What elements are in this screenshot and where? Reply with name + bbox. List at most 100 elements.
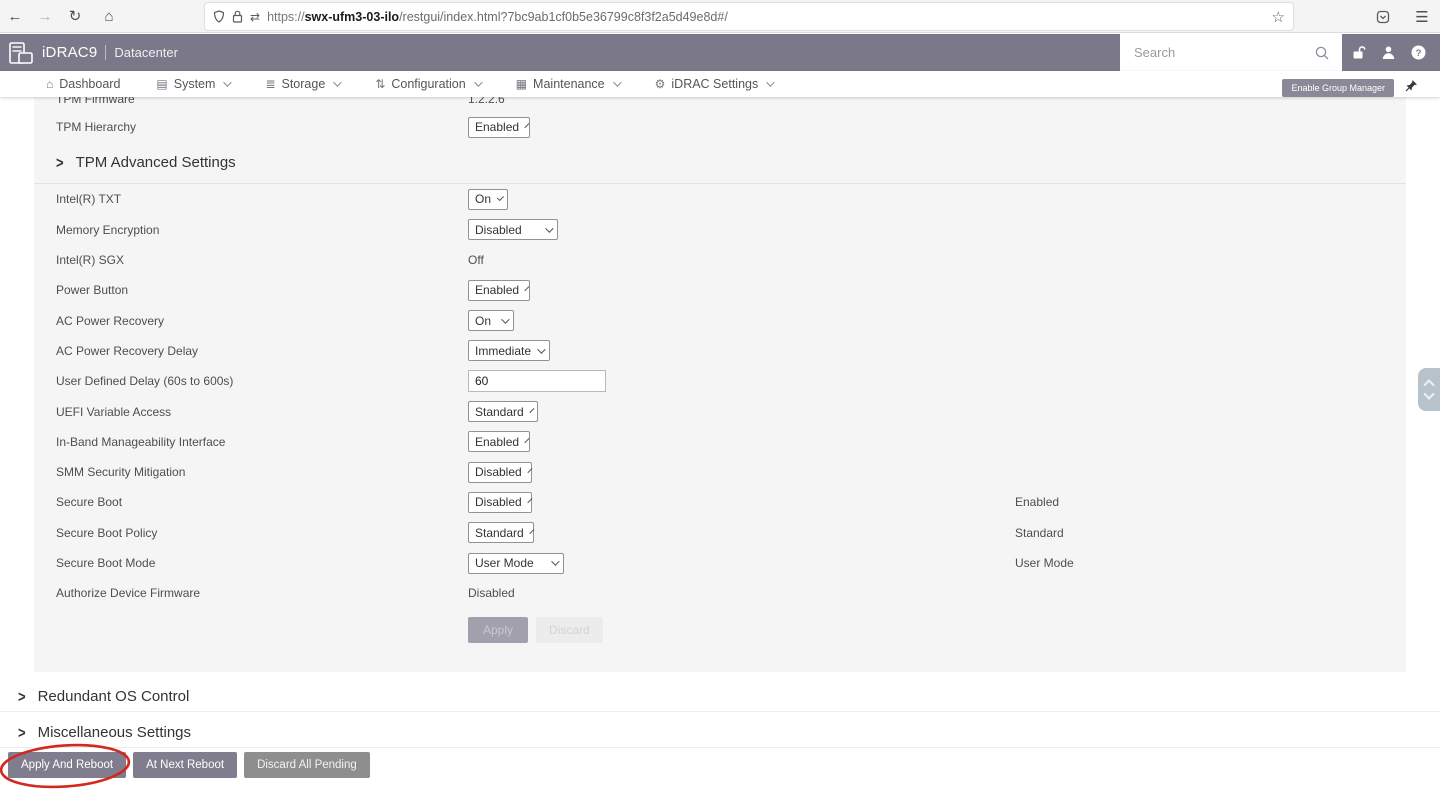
chevron-down-icon [527,468,532,473]
menu-hamburger-icon[interactable]: ☰ [1412,8,1432,26]
select-intel-r-txt[interactable]: On [468,189,508,210]
select-value: Enabled [475,120,519,134]
settings-row: Secure Boot Policy Standard Standard [34,518,1406,548]
browser-home-button[interactable]: ⌂ [94,8,124,25]
nav-items: ⌂ Dashboard ▤ System ≣ Storage ⇅ Configu… [46,77,772,91]
select-value: Enabled [475,283,519,297]
storage-icon: ≣ [265,78,275,90]
scroll-down-icon[interactable] [1423,389,1434,400]
shield-icon[interactable] [213,10,225,23]
product-name: iDRAC9 [42,44,97,61]
setting-label: Secure Boot Policy [56,526,468,540]
section-title: TPM Advanced Settings [76,154,236,171]
forward-button[interactable]: → [30,8,60,25]
section-title: Redundant OS Control [38,688,190,705]
nav-item-storage[interactable]: ≣ Storage [265,77,339,91]
nav-item-maintenance[interactable]: ▦ Maintenance [516,77,619,91]
select-uefi-variable-access[interactable]: Standard [468,401,538,422]
help-icon[interactable]: ? [1411,45,1426,60]
chevron-down-icon [613,78,621,86]
setting-readonly-value: User Mode [1015,556,1074,570]
maintenance-icon: ▦ [516,78,527,90]
select-value: Enabled [475,435,519,449]
discard-all-pending-button[interactable]: Discard All Pending [244,752,370,778]
unlock-icon[interactable] [1351,45,1366,60]
settings-row: AC Power Recovery Delay Immediate [34,336,1406,366]
select-secure-boot-mode[interactable]: User Mode [468,553,564,574]
select-value: On [475,192,491,206]
chevron-right-icon: > [18,724,26,742]
select-memory-encryption[interactable]: Disabled [468,219,558,240]
setting-label: TPM Hierarchy [56,120,468,134]
scroll-widget [1418,368,1440,411]
select-power-button[interactable]: Enabled [468,280,530,301]
address-bar[interactable]: ⇄ https://swx-ufm3-03-ilo/restgui/index.… [205,3,1293,30]
bios-settings-panel: TPM Firmware 1.2.2.6 TPM Hierarchy Enabl… [34,97,1406,672]
settings-row: In-Band Manageability Interface Enabled [34,427,1406,457]
lock-icon[interactable] [232,10,243,23]
at-next-reboot-button[interactable]: At Next Reboot [133,752,237,778]
section-header-tpm-advanced[interactable]: > TPM Advanced Settings [34,142,1406,184]
settings-row: SMM Security Mitigation Disabled [34,457,1406,487]
refresh-button[interactable]: ↻ [60,7,90,25]
select-value: Standard [475,526,524,540]
app-header: iDRAC9 Datacenter ? [0,34,1440,71]
permissions-icon[interactable]: ⇄ [250,10,260,24]
pending-actions-bar: Apply And Reboot At Next Reboot Discard Al… [8,752,370,778]
chevron-right-icon: > [18,688,26,706]
chevron-down-icon [524,123,529,128]
select-ac-power-recovery-delay[interactable]: Immediate [468,340,550,361]
user-icon[interactable] [1381,45,1396,60]
server-icon: ▤ [156,78,167,90]
setting-label: AC Power Recovery Delay [56,344,468,358]
shield-check-icon[interactable] [1376,10,1396,24]
nav-item-dashboard[interactable]: ⌂ Dashboard [46,77,120,91]
chevron-down-icon [333,78,341,86]
nav-item-configuration[interactable]: ⇅ Configuration [375,77,479,91]
settings-row: Intel(R) SGX Off [34,245,1406,275]
search-icon[interactable] [1314,45,1330,61]
nav-item-idrac-settings[interactable]: ⚙ iDRAC Settings [655,77,773,91]
select-value: Immediate [475,344,531,358]
static-value-authorize-device-firmware: Disabled [468,586,515,600]
select-smm-security-mitigation[interactable]: Disabled [468,462,532,483]
apply-and-reboot-button[interactable]: Apply And Reboot [8,752,126,778]
setting-label: Intel(R) SGX [56,253,468,267]
search-input[interactable] [1120,45,1314,60]
select-secure-boot-policy[interactable]: Standard [468,522,534,543]
chevron-down-icon [524,438,529,443]
input-user-defined-delay-60s-to-600s[interactable] [468,370,606,392]
select-ac-power-recovery[interactable]: On [468,310,514,331]
url-text: https://swx-ufm3-03-ilo/restgui/index.ht… [267,10,728,24]
idrac-logo-icon[interactable] [6,39,36,67]
chevron-down-icon [501,315,509,323]
chevron-down-icon [529,529,534,534]
select-tpm-hierarchy[interactable]: Enabled [468,117,530,138]
setting-label: Power Button [56,283,468,297]
pin-icon[interactable] [1405,79,1418,92]
section-header-redundant-os[interactable]: > Redundant OS Control [0,682,1440,712]
select-secure-boot[interactable]: Disabled [468,492,532,513]
setting-readonly-value: Enabled [1015,495,1059,509]
settings-row: Power Button Enabled [34,275,1406,305]
setting-label: TPM Firmware [56,97,468,112]
select-value: User Mode [475,556,534,570]
svg-text:?: ? [1416,48,1422,59]
section-header-miscellaneous[interactable]: > Miscellaneous Settings [0,718,1440,748]
back-button[interactable]: ← [0,8,30,25]
enable-group-manager-button[interactable]: Enable Group Manager [1282,79,1394,97]
settings-row: UEFI Variable Access Standard [34,396,1406,426]
discard-button[interactable]: Discard [536,617,603,643]
bookmark-star-icon[interactable]: ☆ [1272,8,1285,26]
select-value: Standard [475,405,524,419]
license-edition: Datacenter [114,45,178,60]
settings-row: Authorize Device Firmware Disabled [34,578,1406,608]
search-box [1120,34,1342,71]
brand-divider [105,45,106,60]
chevron-down-icon [474,78,482,86]
apply-button[interactable]: Apply [468,617,528,643]
settings-row: TPM Hierarchy Enabled [34,112,1406,142]
select-in-band-manageability-interface[interactable]: Enabled [468,431,530,452]
browser-toolbar: ← → ↻ ⌂ ⇄ https://swx-ufm3-03-ilo/restgu… [0,0,1440,33]
nav-item-system[interactable]: ▤ System [156,77,229,91]
